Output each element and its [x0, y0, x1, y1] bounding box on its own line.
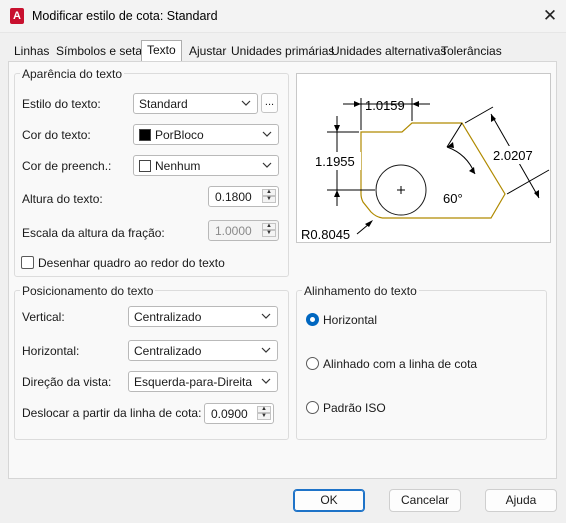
chevron-down-icon: [261, 378, 271, 384]
ok-button[interactable]: OK: [293, 489, 365, 512]
part-outline: [360, 122, 506, 219]
alignment-horizontal-radio[interactable]: [306, 313, 319, 326]
tab-texto[interactable]: Texto: [141, 40, 182, 62]
color-swatch-icon: [139, 129, 151, 141]
alignment-aligned-radio[interactable]: [306, 357, 319, 370]
draw-frame-label[interactable]: Desenhar quadro ao redor do texto: [38, 256, 225, 270]
spinner-arrows-icon[interactable]: ▲ ▼: [257, 406, 271, 421]
offset-spinner[interactable]: 0.0900 ▲ ▼: [204, 403, 274, 424]
chevron-down-icon: [262, 131, 272, 137]
text-alignment-legend: Alinhamento do texto: [302, 284, 419, 298]
tab-unidades-alternativas[interactable]: Unidades alternativas: [326, 42, 451, 62]
help-button[interactable]: Ajuda: [485, 489, 557, 512]
tab-simbolos-e-setas[interactable]: Símbolos e setas: [51, 42, 153, 62]
chevron-down-icon: [261, 347, 271, 353]
view-direction-label: Direção da vista:: [22, 375, 112, 389]
text-color-label: Cor do texto:: [22, 128, 91, 142]
cancel-button[interactable]: Cancelar: [389, 489, 461, 512]
close-icon[interactable]: ✕: [538, 4, 562, 28]
dim-left-text: 1.1955: [315, 154, 355, 169]
text-style-value: Standard: [139, 97, 188, 111]
fraction-scale-spinner: 1.0000 ▲ ▼: [208, 220, 279, 241]
text-style-ellipsis-button[interactable]: ...: [261, 93, 278, 113]
fraction-scale-value: 1.0000: [215, 224, 252, 238]
window-title: Modificar estilo de cota: Standard: [32, 9, 218, 23]
draw-frame-checkbox[interactable]: [21, 256, 34, 269]
dim-top-text: 1.0159: [365, 98, 405, 113]
spinner-arrows-icon: ▲ ▼: [262, 223, 276, 238]
text-height-spinner[interactable]: 0.1800 ▲ ▼: [208, 186, 279, 207]
fraction-scale-label: Escala da altura da fração:: [22, 226, 165, 240]
chevron-down-icon: [241, 100, 251, 106]
text-color-value: PorBloco: [155, 128, 204, 142]
preview-drawing: 1.0159 1.1955 2.0207 60° R0.8045: [301, 98, 550, 242]
view-direction-value: Esquerda-para-Direita: [134, 375, 253, 389]
dim-right-text: 2.0207: [493, 148, 533, 163]
text-style-label: Estilo do texto:: [22, 97, 101, 111]
fill-color-value: Nenhum: [155, 159, 201, 173]
text-height-value: 0.1800: [215, 190, 252, 204]
spinner-arrows-icon[interactable]: ▲ ▼: [262, 189, 276, 204]
offset-label: Deslocar a partir da linha de cota:: [22, 406, 202, 420]
dimension-preview: 1.0159 1.1955 2.0207 60° R0.8045: [296, 73, 551, 243]
horizontal-label: Horizontal:: [22, 344, 80, 358]
text-style-dropdown[interactable]: Standard: [133, 93, 258, 114]
alignment-horizontal-label[interactable]: Horizontal: [323, 313, 377, 327]
vertical-label: Vertical:: [22, 310, 65, 324]
tab-linhas[interactable]: Linhas: [9, 42, 54, 62]
text-appearance-legend: Aparência do texto: [20, 67, 125, 81]
fill-color-dropdown[interactable]: Nenhum: [133, 155, 279, 176]
text-height-label: Altura do texto:: [22, 192, 103, 206]
text-color-dropdown[interactable]: PorBloco: [133, 124, 279, 145]
tab-bar: Linhas Símbolos e setas Texto Ajustar Un…: [9, 40, 554, 62]
alignment-iso-radio[interactable]: [306, 401, 319, 414]
app-icon: A: [10, 8, 24, 24]
alignment-iso-label[interactable]: Padrão ISO: [323, 401, 386, 415]
view-direction-dropdown[interactable]: Esquerda-para-Direita: [128, 371, 278, 392]
tab-unidades-primarias[interactable]: Unidades primárias: [226, 42, 339, 62]
dim-angle-text: 60°: [443, 191, 463, 206]
chevron-down-icon: [261, 313, 271, 319]
horizontal-dropdown[interactable]: Centralizado: [128, 340, 278, 361]
vertical-dropdown[interactable]: Centralizado: [128, 306, 278, 327]
fill-color-label: Cor de preench.:: [22, 159, 112, 173]
text-placement-legend: Posicionamento do texto: [20, 284, 156, 298]
vertical-value: Centralizado: [134, 310, 202, 324]
tab-tolerancias[interactable]: Tolerâncias: [436, 42, 507, 62]
tab-ajustar[interactable]: Ajustar: [184, 42, 231, 62]
chevron-down-icon: [262, 162, 272, 168]
color-swatch-icon: [139, 160, 151, 172]
dim-radius-text: R0.8045: [301, 227, 350, 242]
alignment-aligned-label[interactable]: Alinhado com a linha de cota: [323, 357, 477, 371]
offset-value: 0.0900: [211, 407, 248, 421]
horizontal-value: Centralizado: [134, 344, 202, 358]
